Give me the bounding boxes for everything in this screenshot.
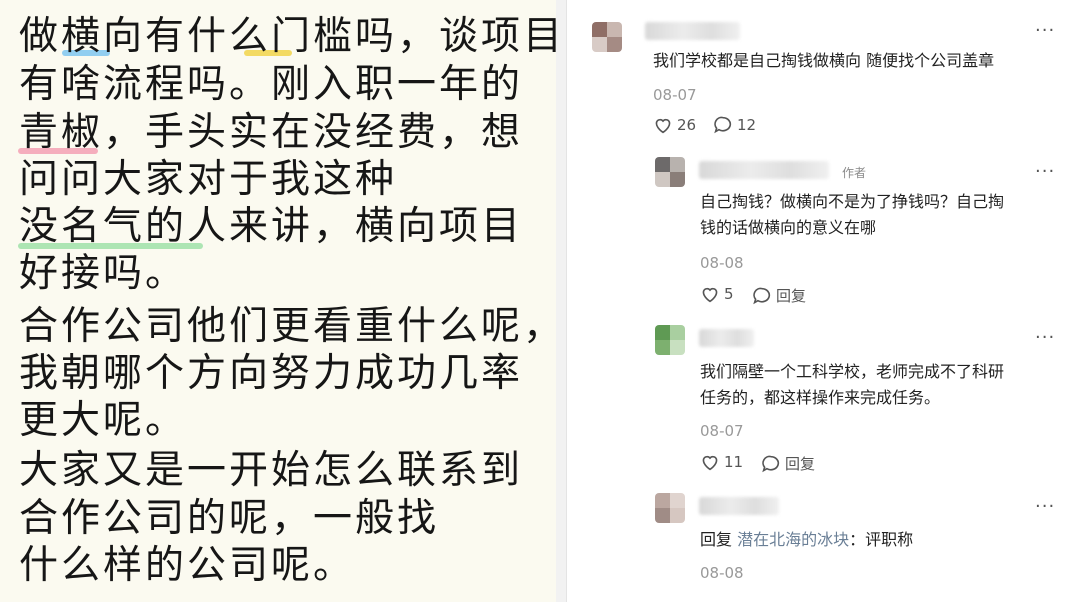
speech-bubble-icon — [714, 116, 732, 134]
note-line: 合作公司他们更看重什么呢， — [19, 304, 556, 349]
reply-to-username[interactable]: 潜在北海的冰块 — [737, 530, 849, 549]
like-count: 26 — [677, 116, 697, 134]
note-image: 做横向有什么门槛吗，谈项目 有啥流程吗。刚入职一年的 青椒，手头实在没经费，想 … — [0, 0, 556, 602]
heart-icon — [702, 455, 718, 471]
reply-button[interactable]: 回复 — [752, 285, 806, 306]
username-blurred[interactable] — [699, 161, 829, 179]
note-line: 大家又是一开始怎么联系到 — [19, 448, 524, 493]
username-blurred[interactable] — [699, 497, 779, 515]
comment-date: 08-08 — [700, 254, 744, 272]
like-button[interactable]: 11 — [700, 453, 743, 471]
comments-panel[interactable]: ··· 我们学校都是自己掏钱做横向 随便找个公司盖章 08-07 26 12 作… — [566, 0, 1080, 602]
reply-button[interactable]: 回复 — [761, 453, 815, 474]
avatar[interactable] — [655, 493, 685, 523]
more-options-icon[interactable]: ··· — [1035, 20, 1055, 41]
note-line: 青椒，手头实在没经费，想 — [19, 110, 524, 155]
note-line: 做横向有什么门槛吗，谈项目 — [19, 14, 556, 59]
comment-date: 08-07 — [700, 422, 744, 440]
comment-date: 08-07 — [653, 86, 697, 104]
reply-label: 回复 — [785, 455, 816, 473]
comment-text: 自己掏钱？做横向不是为了挣钱吗？自己掏 — [700, 192, 1005, 211]
note-line: 更大呢。 — [19, 398, 188, 443]
username-blurred[interactable] — [645, 22, 740, 40]
comment-text: 任务的，都这样操作来完成任务。 — [700, 388, 941, 407]
reply-prefix: 回复 — [700, 530, 733, 549]
more-options-icon[interactable]: ··· — [1035, 327, 1055, 348]
note-line: 问问大家对于我这种 — [19, 157, 398, 202]
comment-text: 我们学校都是自己掏钱做横向 随便找个公司盖章 — [653, 51, 995, 70]
more-options-icon[interactable]: ··· — [1035, 161, 1055, 182]
panel-divider — [556, 0, 566, 602]
comment-date: 08-08 — [700, 564, 744, 582]
comment-text: 钱的话做横向的意义在哪 — [700, 218, 877, 237]
like-button[interactable]: 5 — [700, 285, 734, 303]
note-line: 好接吗。 — [19, 251, 188, 296]
avatar[interactable] — [655, 157, 685, 187]
note-line: 有啥流程吗。刚入职一年的 — [19, 62, 524, 107]
author-badge: 作者 — [842, 166, 867, 180]
reply-count: 12 — [737, 116, 757, 134]
like-count: 11 — [724, 453, 744, 471]
note-line: 没名气的人来讲，横向项目 — [19, 204, 524, 249]
more-options-icon[interactable]: ··· — [1035, 496, 1055, 517]
speech-bubble-icon — [762, 455, 780, 472]
comment-text: 我们隔壁一个工科学校，老师完成不了科研 — [700, 362, 1005, 381]
like-button[interactable]: 26 — [653, 116, 696, 134]
note-line: 什么样的公司呢。 — [19, 543, 356, 588]
avatar[interactable] — [592, 22, 622, 52]
avatar[interactable] — [655, 325, 685, 355]
like-count: 5 — [724, 285, 734, 303]
note-line: 我朝哪个方向努力成功几率 — [19, 351, 524, 396]
heart-icon — [655, 118, 671, 134]
comment-text: 回复 潜在北海的冰块：评职称 — [700, 527, 913, 553]
heart-icon — [702, 287, 718, 303]
note-line: 合作公司的呢，一般找 — [19, 496, 440, 541]
reply-button[interactable]: 12 — [713, 116, 756, 134]
reply-body: ：评职称 — [849, 530, 914, 549]
username-blurred[interactable] — [699, 329, 754, 347]
speech-bubble-icon — [753, 287, 771, 304]
reply-label: 回复 — [776, 287, 807, 305]
